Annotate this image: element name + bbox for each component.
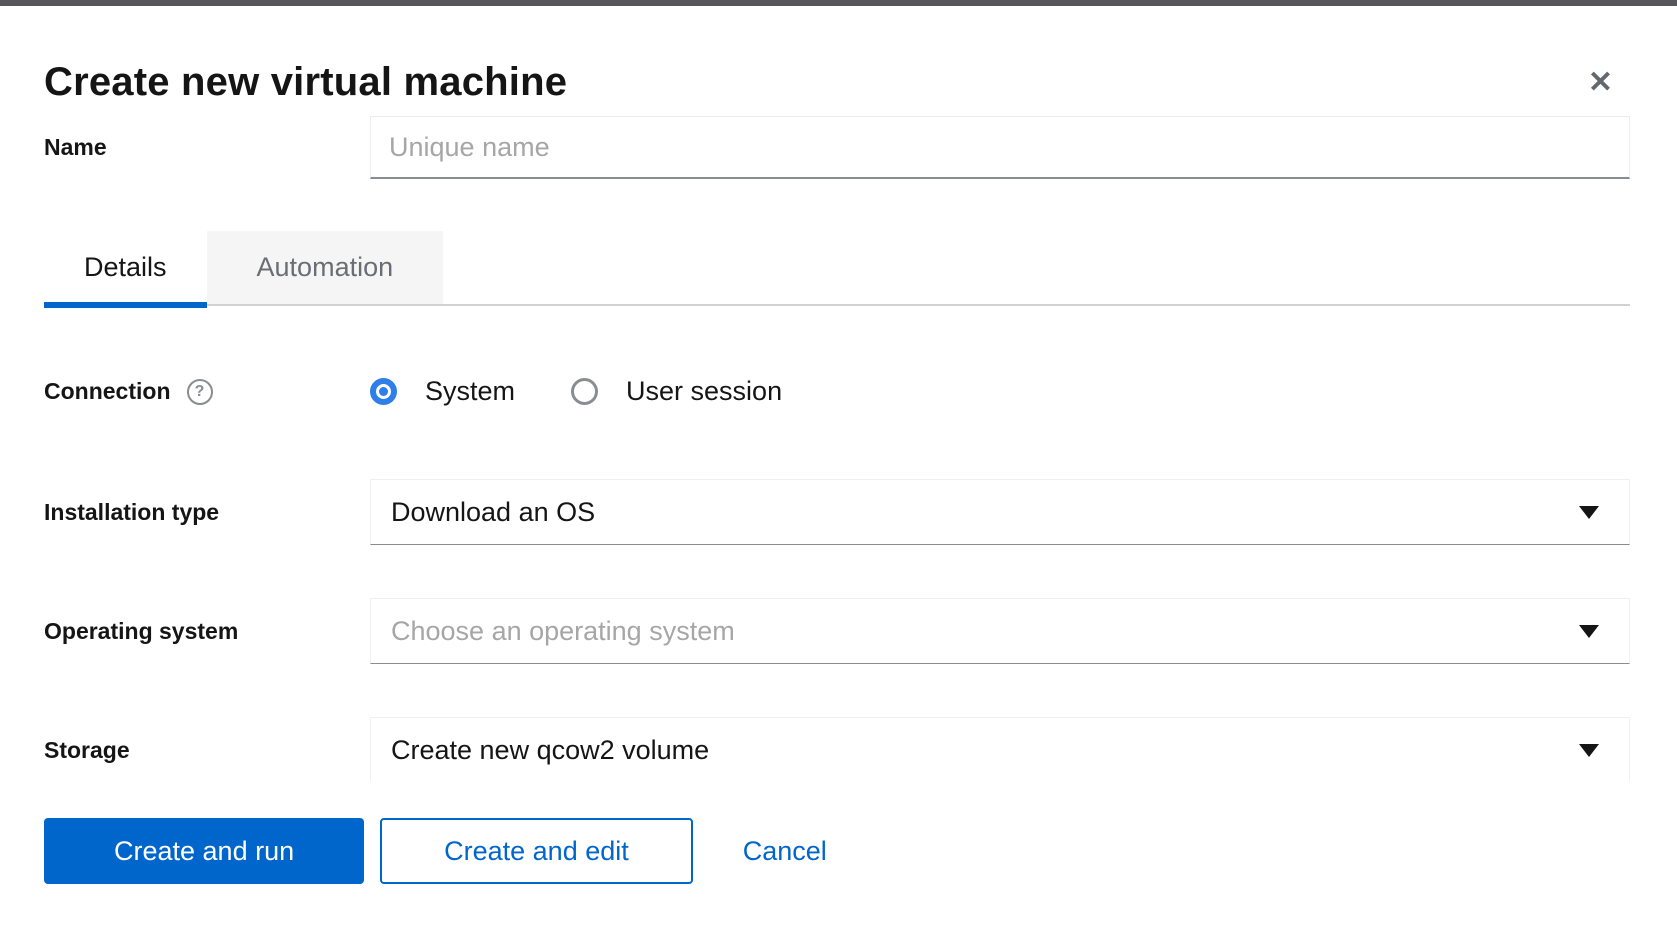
help-question-icon[interactable]: ?	[187, 379, 213, 405]
installation-type-select[interactable]: Download an OS	[370, 479, 1630, 545]
tab-details[interactable]: Details	[44, 231, 207, 304]
radio-option-user-session[interactable]: User session	[571, 376, 782, 407]
name-label: Name	[44, 134, 107, 161]
chevron-down-icon	[1579, 744, 1599, 757]
radio-system-label: System	[425, 376, 515, 407]
tab-automation-label: Automation	[257, 252, 394, 283]
operating-system-row: Operating system Choose an operating sys…	[0, 598, 1677, 664]
installation-type-row: Installation type Download an OS	[0, 479, 1677, 545]
dialog-header: Create new virtual machine ✕	[0, 6, 1677, 108]
vm-name-input[interactable]	[370, 116, 1630, 179]
connection-row: Connection ? System User session	[0, 376, 1677, 407]
radio-user-session-icon[interactable]	[571, 378, 598, 405]
tab-automation[interactable]: Automation	[207, 231, 444, 304]
storage-label: Storage	[44, 737, 130, 764]
storage-row: Storage Create new qcow2 volume	[0, 717, 1677, 781]
radio-option-system[interactable]: System	[370, 376, 515, 407]
page-title: Create new virtual machine	[44, 56, 1630, 108]
installation-type-label: Installation type	[44, 499, 219, 526]
connection-label: Connection	[44, 378, 171, 405]
create-vm-dialog: Create new virtual machine ✕ Name Detail…	[0, 6, 1677, 781]
storage-value: Create new qcow2 volume	[391, 735, 709, 766]
create-and-edit-button[interactable]: Create and edit	[380, 818, 693, 884]
operating-system-select[interactable]: Choose an operating system	[370, 598, 1630, 664]
radio-user-session-label: User session	[626, 376, 782, 407]
name-label-col: Name	[44, 134, 370, 161]
connection-radio-group: System User session	[370, 376, 1630, 407]
operating-system-label: Operating system	[44, 618, 238, 645]
chevron-down-icon	[1579, 625, 1599, 638]
dialog-footer: Create and run Create and edit Cancel	[0, 818, 1677, 884]
tab-bar: Details Automation	[44, 231, 1630, 306]
name-row: Name	[0, 116, 1677, 179]
cancel-button[interactable]: Cancel	[743, 836, 827, 867]
close-icon[interactable]: ✕	[1588, 68, 1613, 98]
create-and-run-button[interactable]: Create and run	[44, 818, 364, 884]
tabs-container: Details Automation	[0, 231, 1677, 306]
radio-system-selected-icon[interactable]	[370, 378, 397, 405]
storage-select[interactable]: Create new qcow2 volume	[370, 717, 1630, 781]
tab-details-label: Details	[84, 252, 167, 283]
installation-type-value: Download an OS	[391, 497, 595, 528]
operating-system-placeholder: Choose an operating system	[391, 616, 735, 647]
chevron-down-icon	[1579, 506, 1599, 519]
